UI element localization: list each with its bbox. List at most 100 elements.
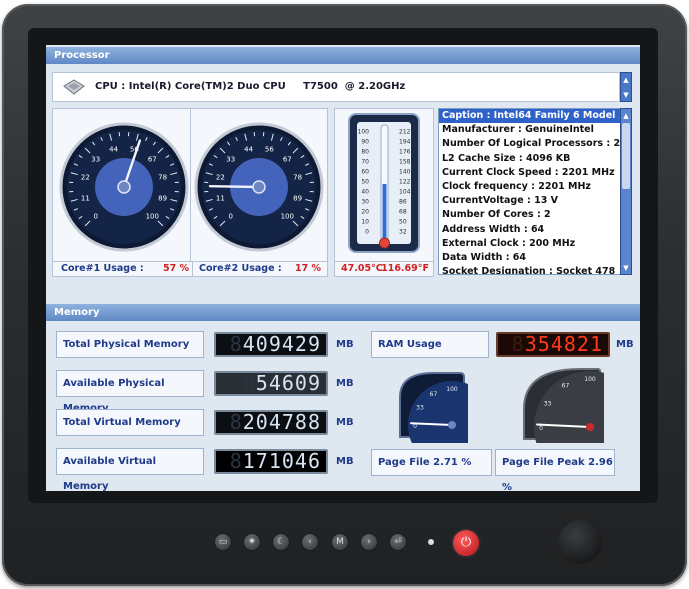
cpu-info-item[interactable]: L2 Cache Size : 4096 KB	[439, 152, 631, 166]
thermometer-fahrenheit-tick: 140	[399, 169, 411, 176]
small-gauge-hub	[448, 421, 456, 429]
gauge-tick-label: 33	[91, 156, 100, 164]
right-button[interactable]: ›	[360, 533, 378, 551]
core2-usage-row: Core#2 Usage : 17 %	[192, 261, 328, 277]
gauge-hub	[117, 180, 131, 194]
page-file-gauge: 10067330	[399, 372, 468, 443]
info-scroll-thumb[interactable]	[622, 123, 630, 189]
gauge-tick-label: 89	[293, 194, 302, 202]
core1-usage-value: 57 %	[162, 263, 189, 274]
scroll-down-arrow-icon[interactable]: ▼	[621, 91, 631, 99]
input-button[interactable]: ⏎	[389, 533, 407, 551]
cpu-selector[interactable]: CPU : Intel(R) Core(TM)2 Duo CPU T7500 @…	[52, 72, 620, 102]
small-gauge-tick-label: 100	[446, 386, 458, 393]
brightness-button[interactable]: ✷	[243, 533, 261, 551]
core1-gauge-panel: 0 11 22 33 44 56 67 78 89 100	[52, 108, 196, 275]
total-virtual-memory-display: 8204788	[214, 410, 328, 435]
thermometer-fahrenheit-tick: 158	[399, 159, 411, 166]
chevron-right-icon: ›	[367, 537, 371, 547]
ram-usage-value: 354821	[524, 332, 603, 356]
input-icon: ⏎	[394, 537, 402, 547]
gauge-tick-label: 78	[158, 174, 167, 182]
status-led	[428, 539, 434, 545]
available-physical-memory-label: Available Physical Memory	[56, 370, 204, 414]
total-physical-memory-unit: MB	[336, 339, 354, 350]
available-virtual-memory-label: Available Virtual Memory	[56, 448, 204, 491]
core1-usage-label: Core#1 Usage :	[61, 263, 144, 274]
core2-usage-label: Core#2 Usage :	[199, 263, 282, 274]
cpu-info-item[interactable]: Socket Designation : Socket 478	[439, 265, 631, 274]
chevron-left-icon: ‹	[308, 537, 312, 547]
ram-usage-unit: MB	[616, 339, 634, 350]
thermometer-fahrenheit-tick: 104	[399, 189, 411, 196]
cpu-info-item[interactable]: Number Of Logical Processors : 2	[439, 137, 631, 151]
cpu-info-item[interactable]: Clock frequency : 2201 MHz	[439, 180, 631, 194]
info-scroll-down-icon[interactable]: ▼	[621, 264, 631, 272]
gauge-tick-label: 11	[216, 194, 225, 202]
thermometer-fahrenheit-tick: 68	[399, 209, 407, 216]
thermometer-celsius-tick: 0	[365, 229, 369, 236]
available-virtual-memory-display: 8171046	[214, 449, 328, 474]
small-gauge-tick-label: 100	[584, 376, 596, 383]
gauge-hub	[252, 180, 266, 194]
thermometer-fahrenheit-tick: 50	[399, 219, 407, 226]
thermometer-bulb	[379, 237, 390, 249]
gauge-tick-label: 0	[228, 212, 232, 220]
small-gauge-tick-label: 67	[562, 383, 570, 390]
small-gauge-hub	[586, 423, 594, 431]
scroll-up-arrow-icon[interactable]: ▲	[621, 76, 631, 84]
thermometer-celsius-tick: 90	[361, 139, 369, 146]
memory-section-header: Memory	[46, 304, 640, 321]
gauge-tick-label: 22	[216, 174, 225, 182]
gauge-tick-label: 44	[244, 145, 253, 153]
left-button[interactable]: ‹	[301, 533, 319, 551]
small-gauge-tick-label: 33	[416, 405, 424, 412]
panel-pc: Processor CPU : Intel(R) Core(TM)2 Duo C…	[0, 0, 689, 589]
page-file-peak-gauge: 100 67 33 0	[523, 368, 604, 443]
page-file-peak-label: Page File Peak 2.96 %	[495, 449, 615, 491]
gauge-needle	[208, 185, 261, 189]
menu-button[interactable]: M	[331, 533, 349, 551]
info-scroll-up-icon[interactable]: ▲	[621, 112, 631, 120]
temperature-fahrenheit: 116.69°F	[381, 263, 429, 274]
cpu-info-item[interactable]: Number Of Cores : 2	[439, 208, 631, 222]
cpu-info-item[interactable]: External Clock : 200 MHz	[439, 237, 631, 251]
monitor-button[interactable]: ▭	[214, 533, 232, 551]
control-knob[interactable]	[556, 518, 604, 566]
gauge-tick-label: 56	[265, 145, 274, 153]
cpu-info-item[interactable]: CurrentVoltage : 13 V	[439, 194, 631, 208]
temperature-row: 47.05°C 116.69°F	[334, 261, 434, 277]
small-gauge-tick-label: 0	[539, 425, 543, 432]
ram-usage-label: RAM Usage	[371, 331, 489, 358]
gauge-tick-label: 11	[81, 194, 90, 202]
cpu-info-item[interactable]: Caption : Intel64 Family 6 Model 15	[439, 109, 631, 124]
thermometer-fahrenheit-tick: 86	[399, 199, 407, 206]
cpu-info-item[interactable]: Address Width : 64	[439, 223, 631, 237]
gauge-tick-label: 67	[148, 156, 157, 164]
thermometer: 100 21290 19480 17670 15860 14050 12240 10430 86…	[348, 113, 420, 253]
small-gauge-tick-label: 33	[544, 401, 552, 408]
total-virtual-memory-value: 204788	[242, 410, 321, 434]
available-virtual-memory-unit: MB	[336, 456, 354, 467]
ram-usage-display: 8354821	[496, 332, 610, 357]
cpu-info-list[interactable]: Caption : Intel64 Family 6 Model 15 Manuf…	[438, 108, 632, 275]
total-physical-memory-display: 8409429	[214, 332, 328, 357]
info-scrollbar[interactable]: ▲ ▼	[620, 108, 632, 275]
core1-gauge: 011223344 56677889100	[59, 122, 189, 252]
core2-usage-value: 17 %	[294, 263, 321, 274]
thermometer-celsius-tick: 70	[361, 159, 369, 166]
cpu-scrollbar[interactable]: ▲ ▼	[620, 72, 632, 102]
core2-gauge-panel: 0 11 22 33 44 56 67 78 89 100	[190, 108, 328, 275]
temperature-panel: 100 212 90 194 80 176 70 158 60 140 50 122 40 104 30 86…	[334, 108, 434, 275]
thermometer-fahrenheit-tick: 212	[399, 129, 411, 136]
cpu-info-item[interactable]: Current Clock Speed : 2201 MHz	[439, 166, 631, 180]
power-button[interactable]: ⏻	[451, 528, 481, 558]
night-mode-button[interactable]: ☾	[272, 533, 290, 551]
thermometer-celsius-tick: 30	[361, 199, 369, 206]
cpu-info-item[interactable]: Data Width : 64	[439, 251, 631, 265]
thermometer-fahrenheit-tick: 176	[399, 149, 411, 156]
gauge-tick-label: 44	[109, 145, 118, 153]
small-gauge-tick-label: 67	[430, 391, 438, 398]
available-physical-memory-display: 854609	[214, 371, 328, 396]
cpu-info-item[interactable]: Manufacturer : GenuineIntel	[439, 123, 631, 137]
